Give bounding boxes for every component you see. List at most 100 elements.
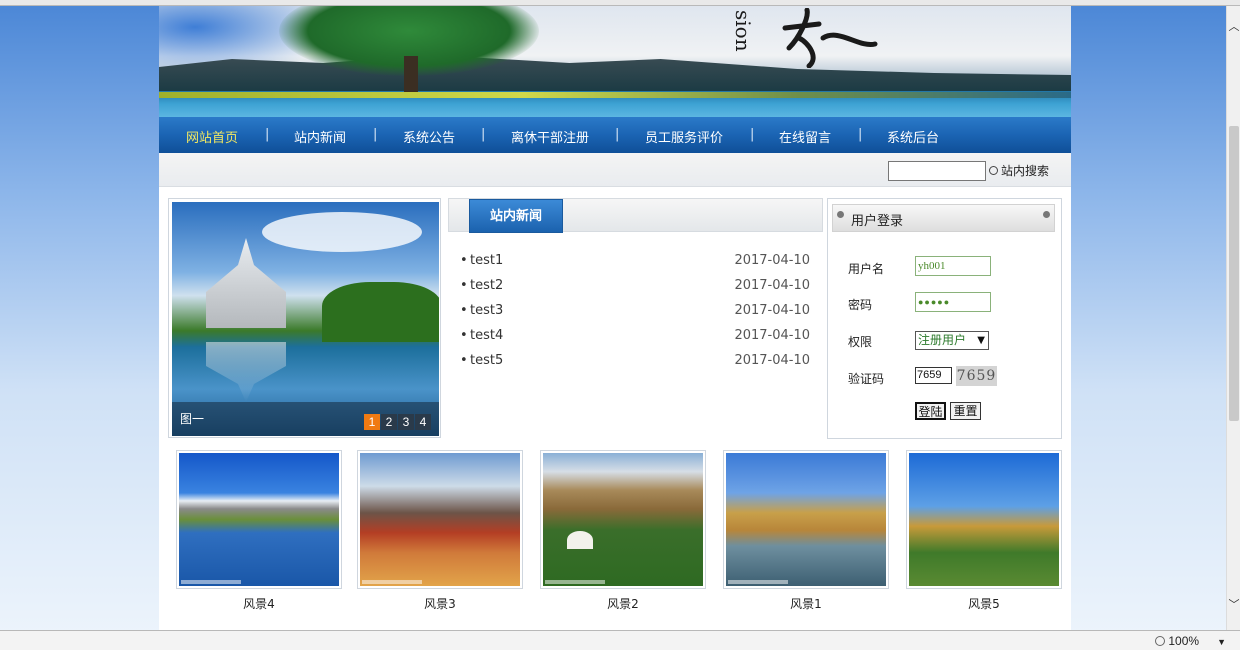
password-field[interactable]: ●●●●● — [915, 292, 991, 312]
news-list: • test1 2017-04-10 • test2 2017-04-10 • test3… — [460, 253, 812, 378]
slide-cloud — [262, 212, 422, 252]
login-header: 用户登录 — [832, 204, 1055, 232]
tab-site-news[interactable]: 站内新闻 — [469, 199, 563, 233]
nav-item-staff-rating[interactable]: 员工服务评价 — [645, 127, 723, 146]
gallery-item[interactable]: 风景5 — [906, 450, 1062, 612]
bullet: • — [460, 303, 468, 318]
search-icon — [989, 166, 998, 175]
slide-page-3[interactable]: 3 — [398, 414, 414, 430]
news-date: 2017-04-10 — [734, 303, 810, 318]
banner-shore — [159, 92, 1071, 98]
news-title[interactable]: test4 — [470, 328, 503, 343]
nav-item-site-news[interactable]: 站内新闻 — [294, 127, 346, 146]
image-slideshow[interactable]: 图一 1 2 3 4 — [168, 198, 441, 438]
gallery-thumb[interactable] — [176, 450, 342, 589]
list-item[interactable]: • test5 2017-04-10 — [460, 353, 812, 378]
gallery-image[interactable] — [909, 453, 1059, 586]
bullet: • — [460, 253, 468, 268]
gallery-item[interactable]: 风景1 — [723, 450, 889, 612]
search-bar: 站内搜索 — [159, 153, 1071, 187]
gallery-caption[interactable]: 风景2 — [540, 595, 706, 612]
zoom-control[interactable]: 100% ▼ — [1155, 634, 1226, 648]
list-item[interactable]: • test3 2017-04-10 — [460, 303, 812, 328]
gallery-image[interactable] — [179, 453, 339, 586]
yurt — [567, 531, 593, 549]
slide-page-2[interactable]: 2 — [381, 414, 397, 430]
gallery-thumb[interactable] — [357, 450, 523, 589]
image-watermark — [728, 580, 788, 584]
header-dot-icon — [1043, 211, 1050, 218]
scroll-thumb[interactable] — [1229, 126, 1239, 421]
nav-separator: | — [481, 127, 486, 142]
vertical-scrollbar[interactable]: ︿ ﹀ — [1226, 6, 1240, 630]
gallery-caption[interactable]: 风景4 — [176, 595, 342, 612]
nav-separator: | — [615, 127, 620, 142]
news-header: 站内新闻 — [448, 198, 823, 233]
news-date: 2017-04-10 — [734, 328, 810, 343]
news-panel: 站内新闻 • test1 2017-04-10 • test2 2017-04-10 •… — [448, 198, 823, 438]
scroll-up-icon[interactable]: ︿ — [1227, 18, 1240, 36]
nav-separator: | — [265, 127, 270, 142]
reset-button[interactable]: 重置 — [950, 402, 981, 420]
slide-image[interactable]: 图一 1 2 3 4 — [172, 202, 439, 436]
main-nav: 网站首页 | 站内新闻 | 系统公告 | 离休干部注册 | 员工服务评价 | 在… — [159, 117, 1071, 153]
list-item[interactable]: • test4 2017-04-10 — [460, 328, 812, 353]
slide-page-4[interactable]: 4 — [415, 414, 431, 430]
slide-trees — [322, 282, 439, 342]
nav-item-retiree-register[interactable]: 离休干部注册 — [511, 127, 589, 146]
list-item[interactable]: • test2 2017-04-10 — [460, 278, 812, 303]
gallery-caption[interactable]: 风景3 — [357, 595, 523, 612]
captcha-label: 验证码 — [848, 372, 885, 386]
scroll-down-icon[interactable]: ﹀ — [1227, 596, 1240, 614]
search-input[interactable] — [888, 161, 986, 181]
gallery-thumb[interactable] — [540, 450, 706, 589]
bullet: • — [460, 278, 468, 293]
news-date: 2017-04-10 — [734, 278, 810, 293]
banner-word: sion — [731, 10, 755, 52]
banner-calligraphy — [782, 8, 878, 68]
chevron-down-icon: ▼ — [977, 335, 985, 346]
login-button[interactable]: 登陆 — [915, 402, 946, 420]
nav-item-announcements[interactable]: 系统公告 — [403, 127, 455, 146]
captcha-image[interactable]: 7659 — [956, 366, 997, 386]
role-select[interactable]: 注册用户 ▼ — [915, 331, 989, 350]
username-field[interactable]: yh001 — [915, 256, 991, 276]
search-button[interactable]: 站内搜索 — [989, 162, 1049, 179]
nav-item-home[interactable]: 网站首页 — [186, 127, 238, 146]
slide-temple — [206, 238, 286, 328]
gallery-thumb[interactable] — [906, 450, 1062, 589]
search-button-label: 站内搜索 — [1001, 164, 1050, 178]
gallery-item[interactable]: 风景2 — [540, 450, 706, 612]
news-title[interactable]: test1 — [470, 253, 503, 268]
bullet: • — [460, 353, 468, 368]
username-label: 用户名 — [848, 262, 885, 276]
nav-item-guestbook[interactable]: 在线留言 — [779, 127, 831, 146]
gallery-image[interactable] — [543, 453, 703, 586]
role-label: 权限 — [848, 335, 873, 349]
nav-separator: | — [373, 127, 378, 142]
news-date: 2017-04-10 — [734, 353, 810, 368]
gallery-thumb[interactable] — [723, 450, 889, 589]
zoom-level: 100% — [1168, 634, 1200, 648]
status-bar: 100% ▼ — [0, 630, 1240, 650]
image-watermark — [362, 580, 422, 584]
list-item[interactable]: • test1 2017-04-10 — [460, 253, 812, 278]
gallery-caption[interactable]: 风景1 — [723, 595, 889, 612]
news-title[interactable]: test5 — [470, 353, 503, 368]
news-title[interactable]: test2 — [470, 278, 503, 293]
gallery-caption[interactable]: 风景5 — [906, 595, 1062, 612]
login-title: 用户登录 — [851, 214, 904, 229]
image-watermark — [181, 580, 241, 584]
gallery-image[interactable] — [726, 453, 886, 586]
slide-page-1[interactable]: 1 — [364, 414, 380, 430]
captcha-input[interactable]: 7659 — [915, 367, 952, 384]
gallery-item[interactable]: 风景3 — [357, 450, 523, 612]
nav-item-admin[interactable]: 系统后台 — [887, 127, 939, 146]
gallery-item[interactable]: 风景4 — [176, 450, 342, 612]
image-watermark — [545, 580, 605, 584]
chevron-down-icon[interactable]: ▼ — [1217, 637, 1226, 647]
nav-separator: | — [750, 127, 755, 142]
zoom-icon — [1155, 636, 1166, 646]
news-title[interactable]: test3 — [470, 303, 503, 318]
gallery-image[interactable] — [360, 453, 520, 586]
